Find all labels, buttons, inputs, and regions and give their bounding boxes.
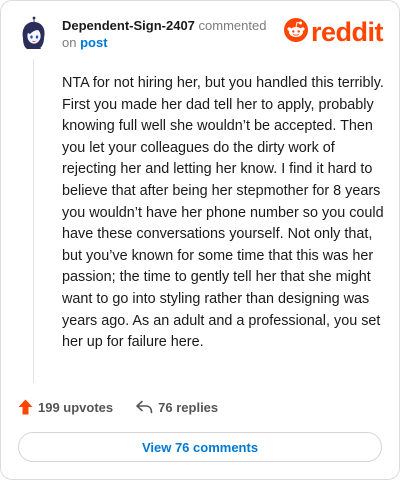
replies-stat[interactable]: 76 replies bbox=[135, 400, 218, 415]
upvotes-count: 199 upvotes bbox=[38, 399, 114, 415]
upvotes-stat[interactable]: 199 upvotes bbox=[18, 399, 113, 415]
reddit-logo[interactable]: reddit bbox=[283, 17, 384, 47]
comment-body: NTA for not hiring her, but you handled … bbox=[62, 75, 384, 351]
avatar[interactable] bbox=[15, 16, 51, 52]
reddit-snoo-icon bbox=[283, 17, 308, 47]
view-comments-button[interactable]: View 76 comments bbox=[18, 432, 382, 462]
comment-header: Dependent-Sign-2407 commented on post bbox=[62, 17, 277, 51]
username[interactable]: Dependent-Sign-2407 bbox=[62, 18, 195, 33]
reply-arrow-icon bbox=[135, 400, 153, 414]
upvote-arrow-icon[interactable] bbox=[18, 399, 33, 415]
comment-card: Dependent-Sign-2407 commented on post re… bbox=[0, 0, 400, 480]
comment-stats: 199 upvotes 76 replies bbox=[18, 399, 218, 415]
replies-count: 76 replies bbox=[158, 399, 219, 415]
post-link[interactable]: post bbox=[80, 35, 107, 50]
reddit-wordmark: reddit bbox=[310, 17, 384, 47]
thread-line bbox=[33, 59, 34, 383]
